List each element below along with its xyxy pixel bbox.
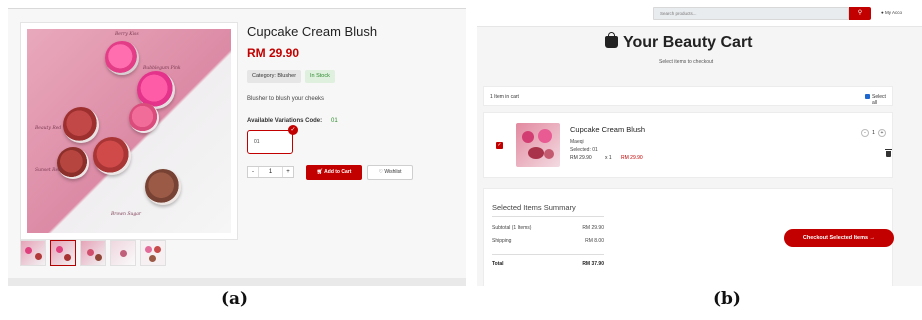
item-checkbox[interactable]: ✓ bbox=[496, 142, 503, 149]
cart-item: ✓ Cupcake Cream Blush Maeqi Selected: 01… bbox=[483, 112, 893, 178]
variations-label: Available Variations Code: bbox=[247, 118, 323, 124]
main-image-card: Berry Kiss Bubblegum Pink Beauty Red Sun… bbox=[20, 22, 238, 240]
caption-b: (b) bbox=[713, 289, 741, 309]
thumbnail[interactable] bbox=[140, 240, 166, 266]
increase-quantity-button[interactable]: + bbox=[282, 167, 293, 177]
quantity-stepper: - 1 + bbox=[247, 166, 294, 178]
select-all-label[interactable]: Select all bbox=[872, 94, 892, 106]
select-all-checkbox[interactable] bbox=[865, 94, 870, 99]
product-detail-screenshot: Berry Kiss Bubblegum Pink Beauty Red Sun… bbox=[8, 8, 466, 286]
add-to-cart-label: Add to Cart bbox=[324, 169, 352, 175]
total-row: Total RM 37.90 bbox=[492, 261, 604, 267]
total-value: RM 37.90 bbox=[582, 261, 604, 267]
checkmark-icon: ✓ bbox=[288, 125, 298, 135]
image-shade-label: Bubblegum Pink bbox=[143, 66, 181, 71]
blush-pan bbox=[57, 147, 89, 179]
product-price: RM 29.90 bbox=[247, 46, 300, 60]
image-shade-label: Berry Kiss bbox=[115, 32, 139, 37]
product-title: Cupcake Cream Blush bbox=[247, 24, 378, 39]
bottom-scrollbar bbox=[8, 278, 466, 286]
item-quantity-text: x 1 bbox=[605, 155, 612, 161]
variation-option-selected[interactable]: 01 bbox=[247, 130, 293, 154]
item-brand: Maeqi bbox=[570, 139, 584, 145]
total-label: Total bbox=[492, 261, 504, 267]
trash-icon[interactable] bbox=[885, 149, 892, 157]
item-line-total: RM 29.90 bbox=[621, 155, 643, 161]
main-product-image[interactable]: Berry Kiss Bubblegum Pink Beauty Red Sun… bbox=[27, 29, 231, 233]
blush-pan bbox=[105, 41, 139, 75]
increase-quantity-button[interactable]: + bbox=[878, 129, 886, 137]
summary-divider bbox=[492, 216, 604, 217]
subtotal-row: Subtotal (1 Items) RM 29.90 bbox=[492, 225, 604, 231]
shipping-value: RM 8.00 bbox=[585, 238, 604, 244]
image-shade-label: Brown Sugar bbox=[111, 212, 142, 217]
page-subtitle: Select items to checkout bbox=[659, 59, 714, 65]
thumbnail-strip bbox=[20, 240, 180, 270]
blush-pan bbox=[129, 103, 159, 133]
top-navbar: Search products... ⚲ ● My Acco bbox=[477, 0, 922, 27]
image-shade-label: Beauty Red bbox=[35, 126, 62, 131]
account-label: My Acco bbox=[884, 10, 902, 15]
checkout-button[interactable]: Checkout Selected Items → bbox=[784, 229, 894, 247]
account-menu[interactable]: ● My Acco bbox=[881, 10, 902, 15]
wishlist-button[interactable]: ♡ Wishlist bbox=[367, 165, 413, 180]
page-title: Your Beauty Cart bbox=[605, 32, 753, 52]
item-name: Cupcake Cream Blush bbox=[570, 125, 646, 134]
subtotal-label: Subtotal (1 Items) bbox=[492, 225, 532, 231]
thumbnail-selected[interactable] bbox=[50, 240, 76, 266]
search-icon: ⚲ bbox=[857, 10, 863, 16]
item-thumbnail bbox=[516, 123, 560, 167]
category-badge: Category: Blusher bbox=[247, 70, 302, 83]
shopping-bag-icon bbox=[605, 32, 618, 48]
summary-title: Selected Items Summary bbox=[492, 203, 576, 212]
blush-pan bbox=[63, 107, 99, 143]
search-input[interactable]: Search products... bbox=[653, 7, 849, 20]
wishlist-label: Wishlist bbox=[384, 169, 402, 175]
blush-pan bbox=[145, 169, 181, 205]
cart-header-bar: 1 Item in cart Select all bbox=[483, 86, 893, 106]
variations-count: 01 bbox=[331, 118, 338, 124]
item-quantity-value: 1 bbox=[872, 130, 875, 136]
item-quantity-stepper: - 1 + bbox=[861, 129, 886, 137]
search-button[interactable]: ⚲ bbox=[849, 7, 871, 20]
order-summary: Selected Items Summary Subtotal (1 Items… bbox=[483, 188, 894, 286]
quantity-value[interactable]: 1 bbox=[259, 167, 282, 177]
item-selected-variation: Selected: 01 bbox=[570, 147, 598, 153]
stock-badge: In Stock bbox=[305, 70, 335, 83]
blush-pan bbox=[93, 137, 131, 175]
shipping-label: Shipping bbox=[492, 238, 512, 244]
total-divider bbox=[492, 254, 604, 255]
add-to-cart-button[interactable]: 🛒︎ Add to Cart bbox=[306, 165, 362, 180]
top-divider bbox=[8, 8, 466, 9]
decrease-quantity-button[interactable]: - bbox=[248, 167, 259, 177]
page-title-text: Your Beauty Cart bbox=[623, 34, 753, 51]
item-unit-price: RM 29.90 bbox=[570, 155, 592, 161]
thumbnail[interactable] bbox=[110, 240, 136, 266]
decrease-quantity-button[interactable]: - bbox=[861, 129, 869, 137]
thumbnail[interactable] bbox=[80, 240, 106, 266]
image-shade-label: Sunset Red bbox=[35, 168, 62, 173]
items-count-label: 1 Item in cart bbox=[490, 94, 519, 100]
thumbnail[interactable] bbox=[20, 240, 46, 266]
shipping-row: Shipping RM 8.00 bbox=[492, 238, 604, 244]
caption-a: (a) bbox=[221, 289, 249, 309]
cart-screenshot: Search products... ⚲ ● My Acco Your Beau… bbox=[477, 0, 922, 286]
product-description: Blusher to blush your cheeks bbox=[247, 96, 325, 102]
subtotal-value: RM 29.90 bbox=[582, 225, 604, 231]
